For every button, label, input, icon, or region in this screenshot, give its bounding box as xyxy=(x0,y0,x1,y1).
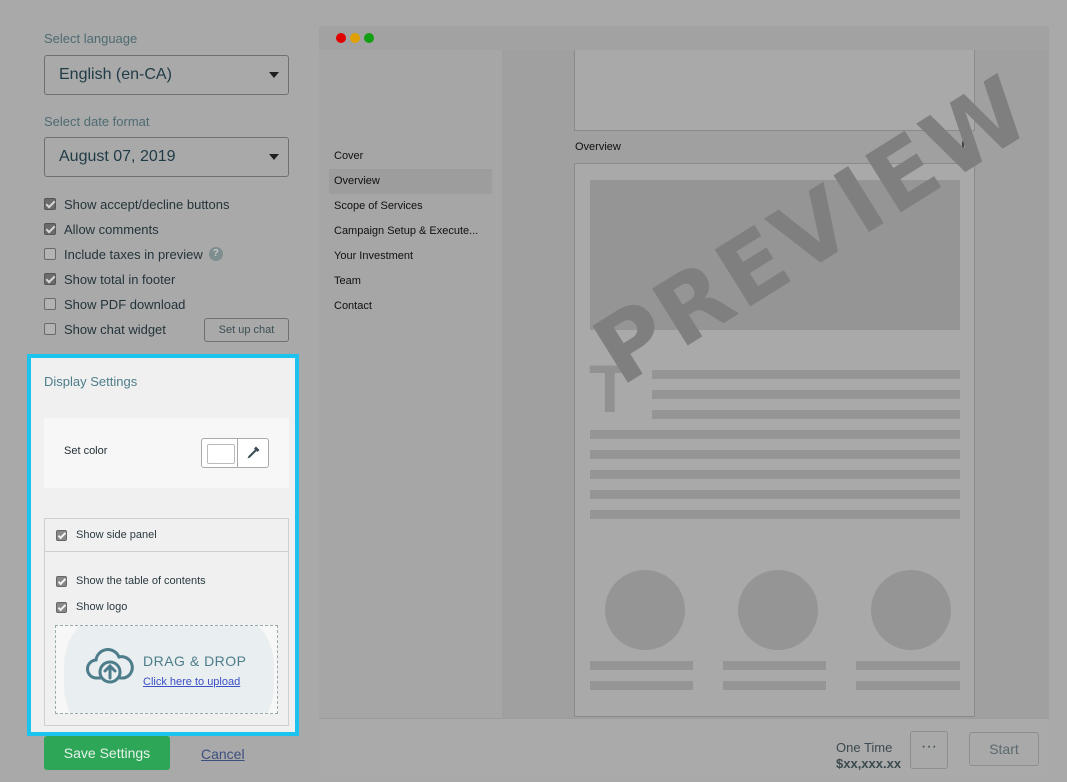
divider xyxy=(45,551,288,552)
more-options-button[interactable]: ··· xyxy=(910,731,948,769)
toc-item-cover[interactable]: Cover xyxy=(329,144,492,169)
date-format-select[interactable]: August 07, 2019 xyxy=(44,137,289,177)
text-line-placeholder xyxy=(652,390,960,399)
toc-item-investment[interactable]: Your Investment xyxy=(329,244,492,269)
option-label: Allow comments xyxy=(64,221,159,237)
option-label: Show accept/decline buttons xyxy=(64,196,230,212)
option-label: Show chat widget xyxy=(64,321,166,337)
cancel-link[interactable]: Cancel xyxy=(201,746,245,762)
upload-link[interactable]: Click here to upload xyxy=(143,676,240,688)
option-pdf-download[interactable]: Show PDF download xyxy=(44,295,185,313)
drag-drop-text: DRAG & DROP xyxy=(143,653,247,669)
checkbox[interactable] xyxy=(44,223,56,235)
option-label: Show side panel xyxy=(76,529,157,541)
close-dot-icon xyxy=(336,33,346,43)
text-line-placeholder xyxy=(723,661,826,670)
option-label: Show total in footer xyxy=(64,271,176,287)
checkbox[interactable] xyxy=(44,323,56,335)
side-panel-box: Show side panel Show the table of conten… xyxy=(44,518,289,726)
set-up-chat-button[interactable]: Set up chat xyxy=(204,318,289,342)
toc-item-overview[interactable]: Overview xyxy=(329,169,492,194)
text-line-placeholder xyxy=(856,681,960,690)
language-select[interactable]: English (en-CA) xyxy=(44,55,289,95)
display-settings-title: Display Settings xyxy=(44,374,138,389)
option-accept-decline[interactable]: Show accept/decline buttons xyxy=(44,195,230,213)
option-label: Include taxes in preview xyxy=(64,246,203,262)
set-color-label: Set color xyxy=(64,445,108,457)
option-label: Show PDF download xyxy=(64,296,186,312)
text-line-placeholder xyxy=(590,661,693,670)
text-line-placeholder xyxy=(590,490,960,499)
text-line-placeholder xyxy=(652,370,960,379)
window-titlebar xyxy=(319,26,1049,50)
avatar-placeholder xyxy=(738,570,818,650)
display-settings-panel: Display Settings Set color Show side pan… xyxy=(27,354,299,736)
checkbox[interactable] xyxy=(56,601,67,613)
text-line-placeholder xyxy=(590,681,693,690)
text-line-placeholder xyxy=(856,661,960,670)
option-show-toc[interactable]: Show the table of contents xyxy=(56,575,206,587)
option-show-side-panel[interactable]: Show side panel xyxy=(56,529,157,541)
checkbox[interactable] xyxy=(44,298,56,310)
toc-item-team[interactable]: Team xyxy=(329,269,492,294)
checkbox[interactable] xyxy=(44,198,56,210)
caret-down-icon xyxy=(269,72,279,78)
set-color-box: Set color xyxy=(44,418,289,488)
checkbox[interactable] xyxy=(44,248,56,260)
language-label: Select language xyxy=(44,31,138,46)
help-icon[interactable]: ? xyxy=(208,247,223,261)
color-picker[interactable] xyxy=(201,438,269,468)
language-value: English (en-CA) xyxy=(59,66,172,83)
text-line-placeholder xyxy=(590,450,960,459)
checkbox[interactable] xyxy=(44,273,56,285)
section-label: Overview xyxy=(575,141,621,153)
toc-item-campaign[interactable]: Campaign Setup & Execute... xyxy=(329,219,492,244)
toc-item-contact[interactable]: Contact xyxy=(329,294,492,319)
minimize-dot-icon xyxy=(350,33,360,43)
text-line-placeholder xyxy=(590,470,960,479)
price-value: $xx,xxx.xx xyxy=(836,756,902,771)
text-line-placeholder xyxy=(590,430,960,439)
text-line-placeholder xyxy=(652,410,960,419)
table-of-contents: Cover Overview Scope of Services Campaig… xyxy=(319,50,502,720)
option-allow-comments[interactable]: Allow comments xyxy=(44,220,159,238)
caret-down-icon xyxy=(269,154,279,160)
option-include-taxes[interactable]: Include taxes in preview ? xyxy=(44,245,223,263)
eyedropper-icon[interactable] xyxy=(238,439,268,467)
maximize-dot-icon xyxy=(364,33,374,43)
avatar-placeholder xyxy=(605,570,685,650)
avatar-placeholder xyxy=(871,570,951,650)
logo-drop-zone[interactable]: DRAG & DROP Click here to upload xyxy=(55,625,278,714)
text-line-placeholder xyxy=(590,510,960,519)
checkbox[interactable] xyxy=(56,575,67,587)
option-show-logo[interactable]: Show logo xyxy=(56,601,127,613)
save-settings-button[interactable]: Save Settings xyxy=(44,736,170,770)
color-swatch[interactable] xyxy=(202,439,238,467)
option-chat-widget[interactable]: Show chat widget xyxy=(44,320,166,338)
checkbox[interactable] xyxy=(56,529,67,541)
toc-item-scope[interactable]: Scope of Services xyxy=(329,194,492,219)
cloud-upload-icon xyxy=(86,648,134,689)
option-label: Show logo xyxy=(76,601,128,613)
option-label: Show the table of contents xyxy=(76,575,206,587)
price-label: One Time xyxy=(836,740,893,755)
option-total-footer[interactable]: Show total in footer xyxy=(44,270,175,288)
start-button[interactable]: Start xyxy=(969,732,1039,766)
date-format-label: Select date format xyxy=(44,114,150,129)
text-line-placeholder xyxy=(723,681,826,690)
date-format-value: August 07, 2019 xyxy=(59,148,176,165)
